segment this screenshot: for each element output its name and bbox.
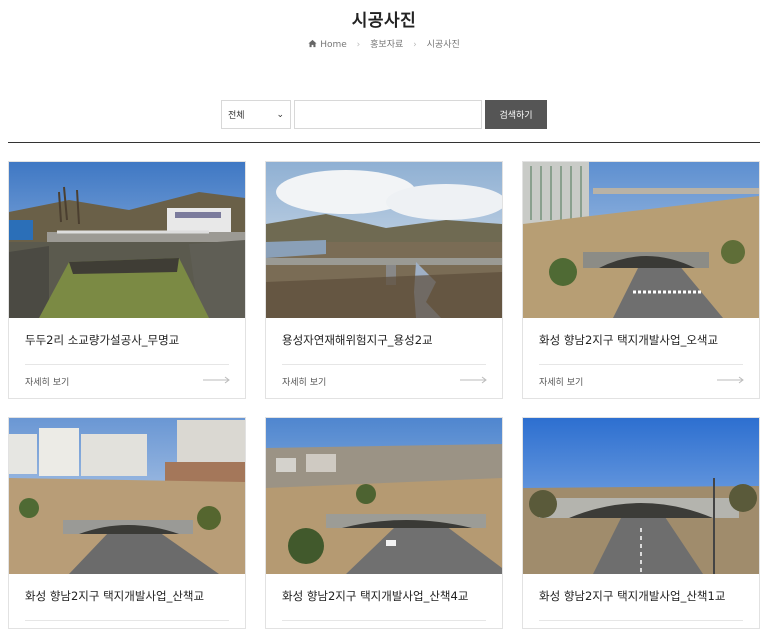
card-photo[interactable] [266,418,502,574]
card-title[interactable]: 화성 향남2지구 택지개발사업_오색교 [539,332,718,348]
card-photo[interactable] [523,162,759,318]
arrow-right-icon[interactable] [203,376,231,384]
gallery-card[interactable]: 두두2리 소교량가설공사_무명교 자세히 보기 [8,161,246,399]
card-photo[interactable] [523,418,759,574]
card-divider [25,620,229,621]
card-title[interactable]: 화성 향남2지구 택지개발사업_산책교 [25,588,204,604]
arrow-right-icon[interactable] [460,376,488,384]
gallery-card[interactable]: 화성 향남2지구 택지개발사업_산책1교 [522,417,760,629]
divider [8,142,760,143]
card-divider [539,364,743,365]
card-title[interactable]: 두두2리 소교량가설공사_무명교 [25,332,179,348]
card-title[interactable]: 화성 향남2지구 택지개발사업_산책1교 [539,588,725,604]
search-bar: 전체 ⌄ 검색하기 [221,100,547,129]
card-divider [282,364,486,365]
card-photo[interactable] [266,162,502,318]
breadcrumb-parent[interactable]: 홍보자료 [370,40,403,50]
card-divider [25,364,229,365]
card-photo[interactable] [9,162,245,318]
page-title: 시공사진 [351,11,417,31]
search-category-value: 전체 [228,111,245,121]
gallery-card[interactable]: 용성자연재해위험지구_용성2교 자세히 보기 [265,161,503,399]
breadcrumb: Home › 홍보자료 › 시공사진 [0,37,768,50]
gallery-card[interactable]: 화성 향남2지구 택지개발사업_오색교 자세히 보기 [522,161,760,399]
card-photo[interactable] [9,418,245,574]
gallery-card[interactable]: 화성 향남2지구 택지개발사업_산책4교 [265,417,503,629]
card-divider [539,620,743,621]
chevron-right-icon: › [413,40,417,50]
search-input[interactable] [294,100,482,129]
view-details-link[interactable]: 자세히 보기 [539,375,583,388]
search-category-select[interactable]: 전체 ⌄ [221,100,291,129]
view-details-link[interactable]: 자세히 보기 [282,375,326,388]
arrow-right-icon[interactable] [717,376,745,384]
home-icon[interactable] [308,39,317,48]
card-divider [282,620,486,621]
breadcrumb-current: 시공사진 [426,40,460,50]
gallery-card[interactable]: 화성 향남2지구 택지개발사업_산책교 [8,417,246,629]
search-button[interactable]: 검색하기 [485,100,547,129]
breadcrumb-home[interactable]: Home [320,40,347,50]
view-details-link[interactable]: 자세히 보기 [25,375,69,388]
card-title[interactable]: 화성 향남2지구 택지개발사업_산책4교 [282,588,468,604]
chevron-right-icon: › [356,40,361,50]
chevron-down-icon: ⌄ [276,109,284,120]
card-title[interactable]: 용성자연재해위험지구_용성2교 [282,332,433,348]
